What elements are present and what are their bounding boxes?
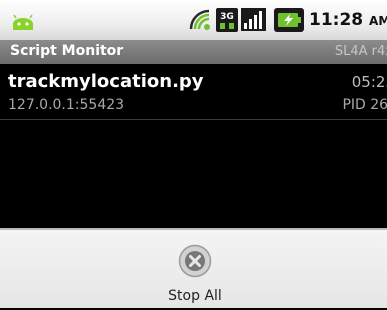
script-pid: PID 267 (342, 97, 387, 113)
divider (0, 119, 387, 120)
wifi-icon (189, 9, 210, 30)
3g-icon: 3G (216, 8, 238, 32)
app-version: SL4A r4x (334, 44, 387, 59)
android-notification-icon[interactable] (12, 14, 34, 30)
title-bar: Script Monitor SL4A r4x (0, 40, 387, 64)
close-circle-icon (178, 244, 212, 278)
clock-time: 11:28 (309, 10, 364, 30)
script-address: 127.0.0.1:55423 (8, 97, 125, 113)
options-menu: Stop All (0, 228, 387, 308)
list-item[interactable]: trackmylocation.py 05:23 127.0.0.1:55423… (0, 64, 387, 118)
clock-ampm: AM (369, 14, 387, 28)
script-name: trackmylocation.py (8, 71, 204, 92)
script-runtime: 05:23 (351, 73, 387, 91)
clock: 11:28 AM (309, 10, 387, 32)
script-list: trackmylocation.py 05:23 127.0.0.1:55423… (0, 64, 387, 228)
battery-charging-icon (274, 8, 304, 32)
svg-text:3G: 3G (220, 12, 234, 22)
page-title: Script Monitor (10, 43, 124, 59)
signal-icon (241, 8, 266, 31)
stop-all-label: Stop All (168, 288, 222, 304)
stop-all-button[interactable]: Stop All (150, 244, 240, 310)
status-bar: 3G 11:28 AM (0, 0, 387, 40)
